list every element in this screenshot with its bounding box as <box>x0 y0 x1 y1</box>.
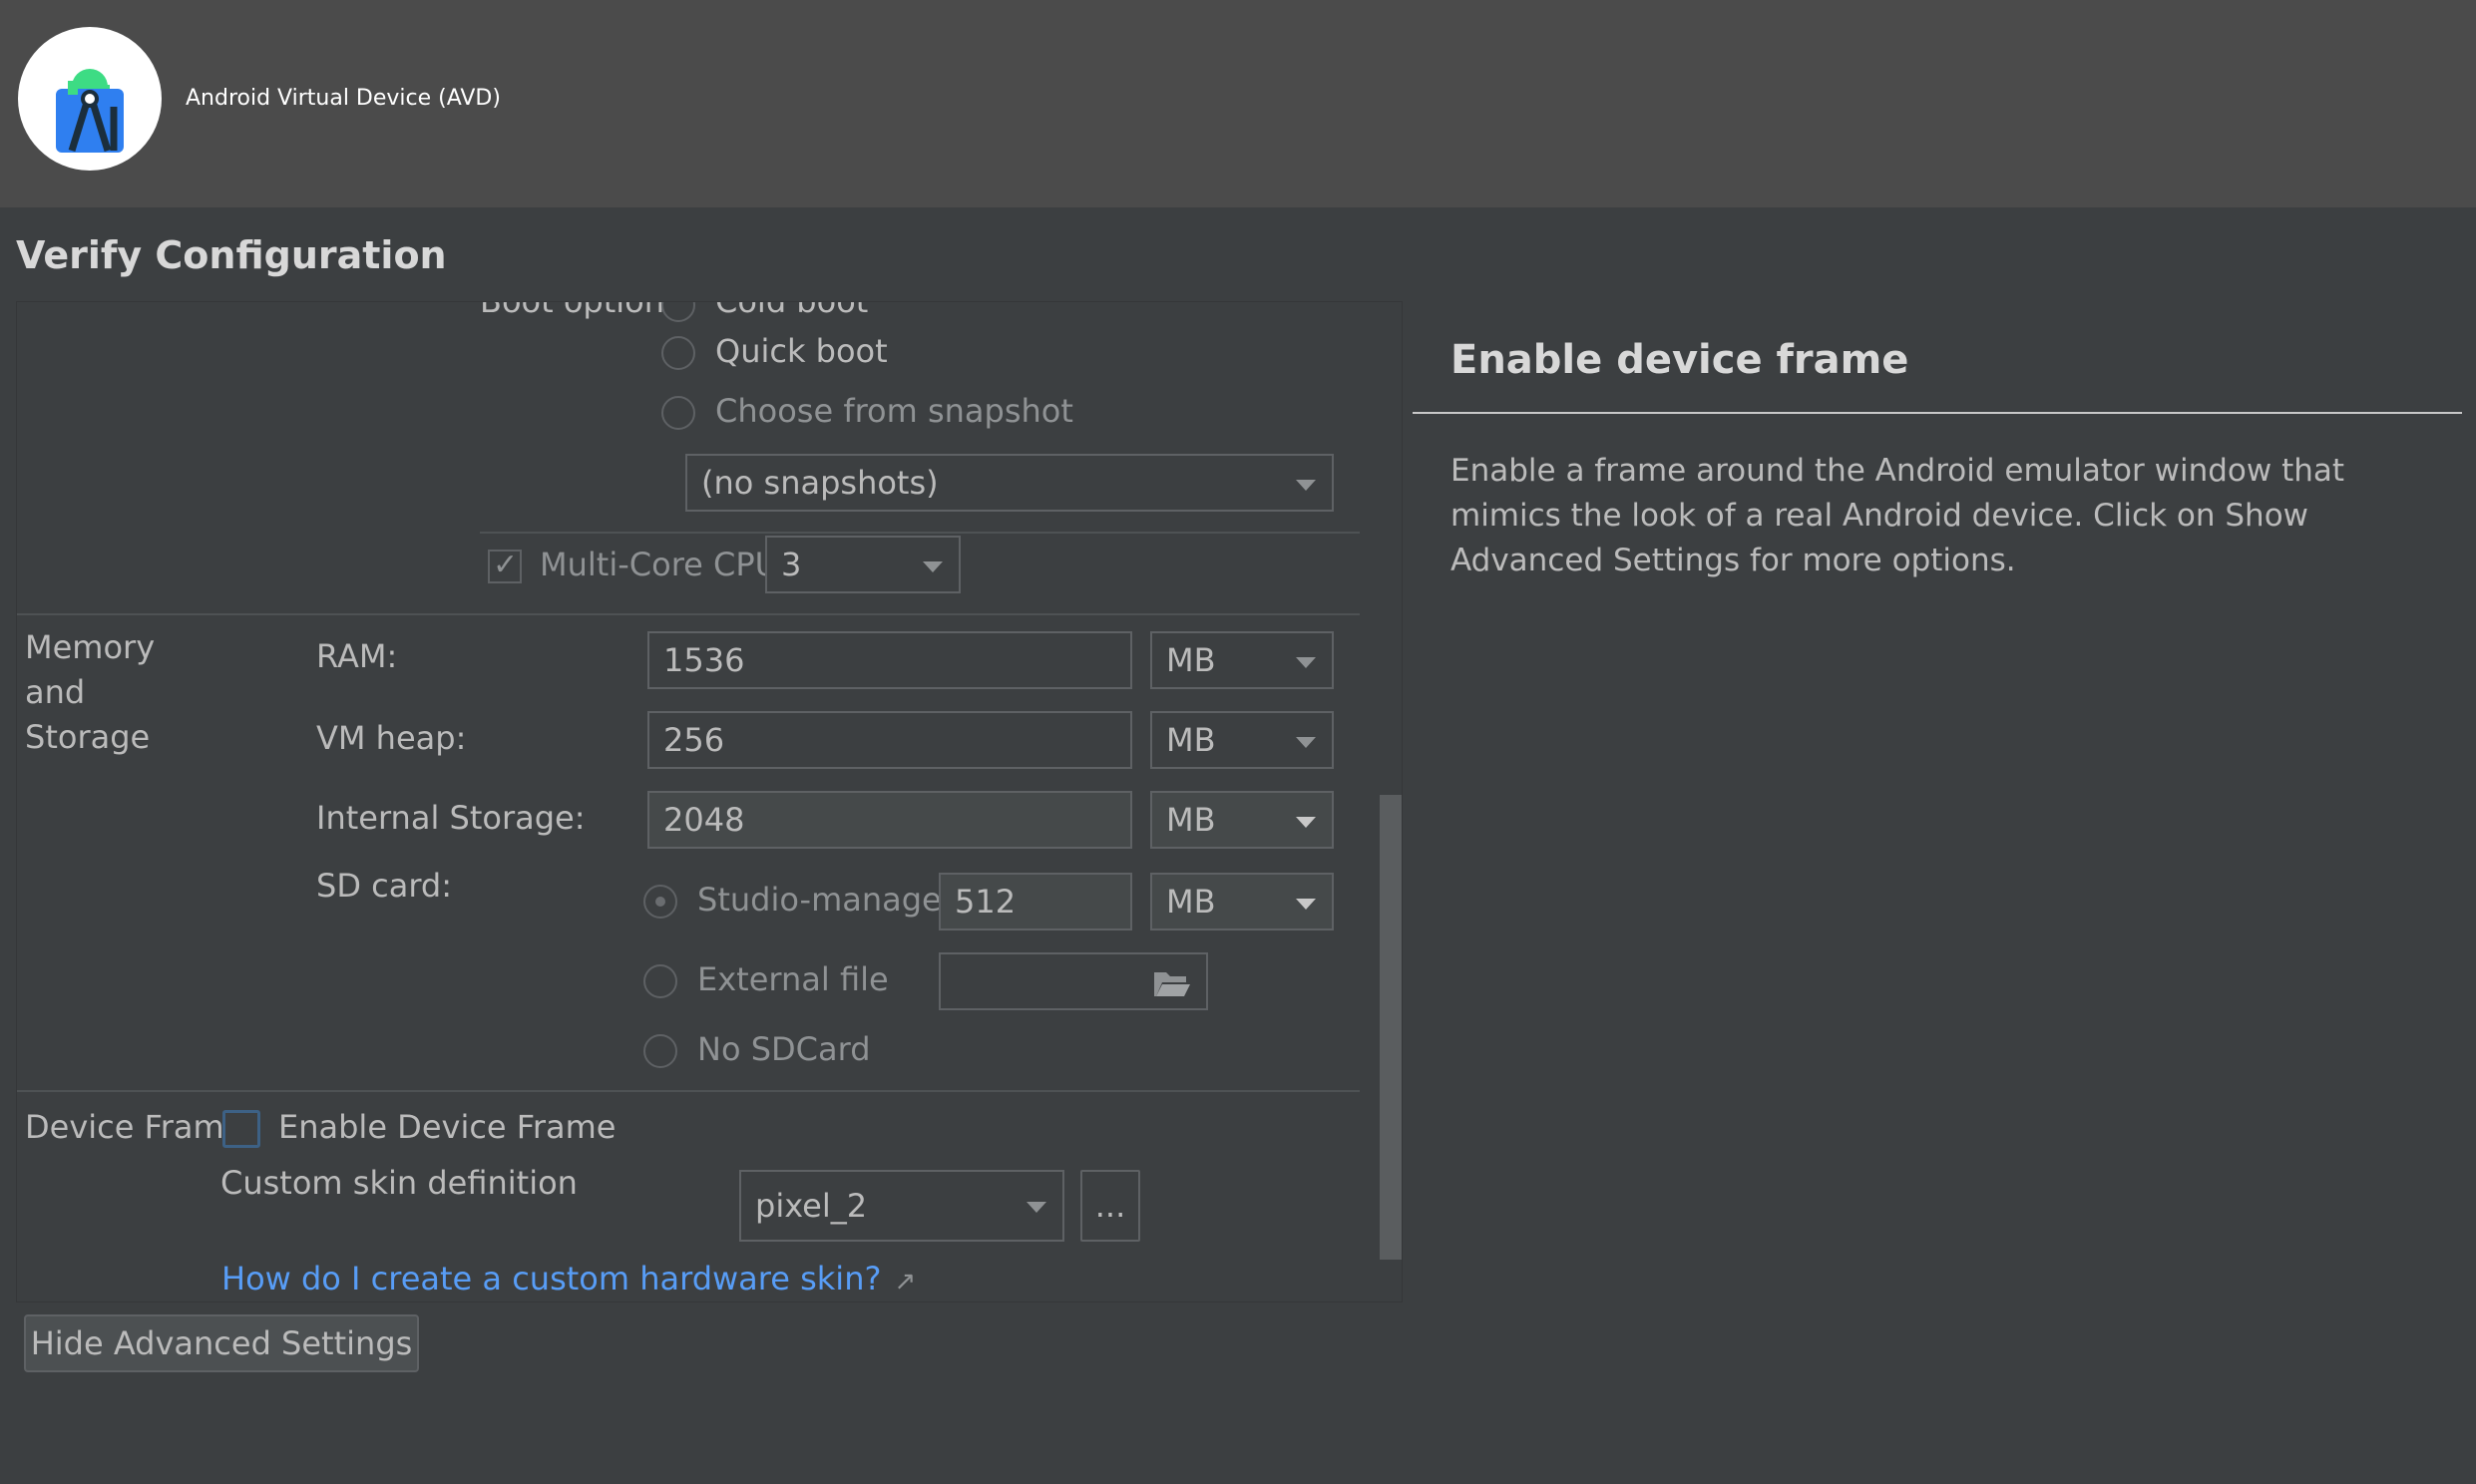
radio-cold-boot-label: Cold boot <box>715 301 869 320</box>
radio-no-sdcard-label: No SDCard <box>697 1030 871 1068</box>
chevron-down-icon <box>1296 899 1316 910</box>
multicore-select-value: 3 <box>781 546 802 583</box>
multicore-label: Multi-Core CPU <box>540 546 779 583</box>
android-studio-logo-icon <box>18 27 162 171</box>
chevron-down-icon <box>923 561 943 572</box>
hide-advanced-settings-button[interactable]: Hide Advanced Settings <box>24 1314 419 1372</box>
advanced-settings-panel[interactable]: Boot option: Cold boot Quick boot Choose… <box>16 301 1403 1302</box>
memory-section-label-line: and <box>25 673 86 711</box>
radio-sd-studio-managed[interactable] <box>643 885 677 919</box>
app-title: Android Virtual Device (AVD) <box>186 86 501 111</box>
help-body: Enable a frame around the Android emulat… <box>1450 453 2345 578</box>
memory-section-label-line: Memory <box>25 628 156 666</box>
internal-storage-label: Internal Storage: <box>316 799 586 837</box>
vm-heap-unit-select[interactable]: MB <box>1150 711 1334 769</box>
custom-skin-label: Custom skin definition <box>220 1164 578 1202</box>
sd-unit-value: MB <box>1166 883 1216 921</box>
chevron-down-icon <box>1296 737 1316 748</box>
sd-card-label: SD card: <box>316 867 453 905</box>
ram-label: RAM: <box>316 637 398 675</box>
custom-skin-select[interactable]: pixel_2 <box>739 1170 1064 1242</box>
custom-skin-help-link[interactable]: How do I create a custom hardware skin? <box>221 1260 881 1298</box>
enable-device-frame-label: Enable Device Frame <box>278 1108 617 1146</box>
custom-skin-value: pixel_2 <box>755 1187 868 1225</box>
page-title: Verify Configuration <box>16 233 447 277</box>
folder-open-icon[interactable] <box>1152 968 1192 998</box>
divider <box>17 1090 1360 1092</box>
divider <box>17 613 1360 615</box>
internal-storage-unit-value: MB <box>1166 801 1216 839</box>
radio-sd-external-file[interactable] <box>643 964 677 998</box>
radio-no-sdcard[interactable] <box>643 1034 677 1068</box>
radio-choose-snapshot[interactable] <box>661 396 695 430</box>
vm-heap-unit-value: MB <box>1166 721 1216 759</box>
snapshot-select-value: (no snapshots) <box>701 464 939 502</box>
internal-storage-input[interactable]: 2048 <box>647 791 1132 849</box>
custom-skin-help: How do I create a custom hardware skin? … <box>221 1260 916 1298</box>
browse-skin-button[interactable]: ... <box>1080 1170 1140 1242</box>
radio-sd-external-file-label: External file <box>697 960 889 998</box>
snapshot-select[interactable]: (no snapshots) <box>685 454 1334 512</box>
chevron-down-icon <box>1027 1202 1046 1213</box>
ram-unit-value: MB <box>1166 641 1216 679</box>
chevron-down-icon <box>1296 480 1316 491</box>
help-title: Enable device frame <box>1450 337 1909 383</box>
memory-section-label-line: Storage <box>25 718 151 756</box>
boot-option-label: Boot option: <box>480 301 675 320</box>
ram-unit-select[interactable]: MB <box>1150 631 1334 689</box>
memory-section-label: Memory and Storage <box>25 625 155 760</box>
scrollbar-thumb[interactable] <box>1380 795 1402 1260</box>
enable-device-frame-checkbox[interactable] <box>222 1110 260 1148</box>
chevron-down-icon <box>1296 817 1316 828</box>
multicore-checkbox[interactable] <box>488 548 522 583</box>
radio-sd-studio-managed-label: Studio-managed <box>697 881 963 919</box>
divider <box>480 532 1360 534</box>
sd-size-input[interactable]: 512 <box>939 873 1132 930</box>
radio-quick-boot[interactable] <box>661 336 695 370</box>
vm-heap-input[interactable]: 256 <box>647 711 1132 769</box>
sd-unit-select[interactable]: MB <box>1150 873 1334 930</box>
vm-heap-label: VM heap: <box>316 719 467 757</box>
multicore-select[interactable]: 3 <box>765 536 961 593</box>
device-frame-section-label: Device Frame <box>25 1108 244 1146</box>
internal-storage-unit-select[interactable]: MB <box>1150 791 1334 849</box>
external-link-arrow-icon: ↗ <box>894 1267 917 1297</box>
help-divider <box>1413 412 2462 414</box>
ram-input[interactable]: 1536 <box>647 631 1132 689</box>
radio-quick-boot-label: Quick boot <box>715 332 888 370</box>
radio-choose-snapshot-label: Choose from snapshot <box>715 392 1073 430</box>
chevron-down-icon <box>1296 657 1316 668</box>
